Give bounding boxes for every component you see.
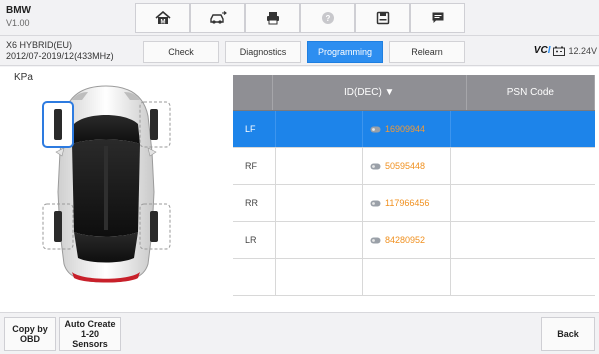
vehicle-swap-button[interactable] [190,3,245,33]
vehicle-range: 2012/07-2019/12(433MHz) [6,51,114,61]
psn-code-cell[interactable] [451,259,595,295]
sensor-id: 117966456 [385,198,430,208]
sensor-id: 84280952 [385,235,426,245]
help-button[interactable]: ? [300,3,355,33]
row-blank [276,111,363,147]
message-button[interactable] [410,3,465,33]
table-row[interactable]: RR 117966456 [233,185,595,222]
sensor-id: 16909944 [385,124,426,134]
sensor-icon [370,237,381,243]
psn-code-cell[interactable] [451,185,595,221]
save-button[interactable] [355,3,410,33]
tire-position: RF [233,148,276,184]
vci-status: VCI 12.24V [534,45,597,56]
sensor-id-cell[interactable]: 117966456 [363,185,451,221]
psn-code-cell[interactable] [451,222,595,258]
tire-position [233,259,276,295]
tab-diagnostics[interactable]: Diagnostics [225,41,301,63]
bottom-action-bar: Copy by OBD Auto Create 1-20 Sensors Bac… [0,312,599,354]
row-blank [276,259,363,295]
copy-by-obd-line1: Copy by [12,324,48,334]
table-row[interactable] [233,259,595,296]
position-header [233,75,273,110]
auto-create-line1: Auto Create [64,319,116,329]
svg-text:?: ? [325,14,330,23]
help-icon: ? [321,12,334,24]
sensor-icon [370,200,381,206]
table-row[interactable]: LR 84280952 [233,222,595,259]
tire-lf-selected[interactable] [42,101,74,148]
pressure-unit: KPa [14,72,33,83]
table-header: ID(DEC) ▼ PSN Code [233,75,595,111]
copy-by-obd-button[interactable]: Copy by OBD [4,317,56,351]
sensor-icon [370,163,381,169]
sensor-id-cell[interactable]: 50595448 [363,148,451,184]
vehicle-swap-icon [209,11,227,24]
back-button[interactable]: Back [541,317,595,351]
sensor-id-table: ID(DEC) ▼ PSN Code LF 16909944 RF 505954… [233,75,595,296]
psn-code-cell[interactable] [451,111,595,147]
row-blank [276,185,363,221]
svg-text:M: M [160,19,165,25]
print-button[interactable] [245,3,300,33]
voltage-readout: 12.24V [568,45,597,56]
vehicle-make: BMW [6,5,31,16]
vci-logo: VCI [533,45,551,56]
auto-create-line3: Sensors [72,339,108,349]
psn-code-cell[interactable] [451,148,595,184]
tire-position: LR [233,222,276,258]
tire-position: LF [233,111,276,147]
print-icon [266,12,279,25]
sensor-id-cell[interactable]: 16909944 [363,111,451,147]
tab-check[interactable]: Check [143,41,219,63]
chat-icon [432,12,443,23]
sensor-icon [370,126,381,132]
top-toolbar: BMW V1.00 M ? [0,0,599,36]
tab-programming[interactable]: Programming [307,41,383,63]
tab-relearn[interactable]: Relearn [389,41,465,63]
psn-code-header: PSN Code [467,75,595,110]
row-blank [276,148,363,184]
copy-by-obd-line2: OBD [19,334,40,344]
save-icon [376,11,389,25]
auto-create-line2: 1-20 [80,329,99,339]
row-blank [276,222,363,258]
table-row[interactable]: LF 16909944 [233,111,595,148]
software-version: V1.00 [6,18,30,28]
sensor-id-cell[interactable] [363,259,451,295]
vehicle-model: X6 HYBRID(EU) [6,40,73,50]
id-dec-header[interactable]: ID(DEC) ▼ [273,75,467,110]
tire-position: RR [233,185,276,221]
car-diagram [42,85,171,283]
auto-create-sensors-button[interactable]: Auto Create 1-20 Sensors [59,317,121,351]
home-button[interactable]: M [135,3,190,33]
sensor-id: 50595448 [385,161,426,171]
function-bar: X6 HYBRID(EU) 2012/07-2019/12(433MHz) Ch… [0,36,599,66]
vehicle-info: X6 HYBRID(EU) 2012/07-2019/12(433MHz) [6,40,114,62]
battery-icon [553,46,566,56]
table-row[interactable]: RF 50595448 [233,148,595,185]
sensor-id-cell[interactable]: 84280952 [363,222,451,258]
brand-info: BMW V1.00 [6,4,31,30]
home-icon: M [154,11,171,25]
